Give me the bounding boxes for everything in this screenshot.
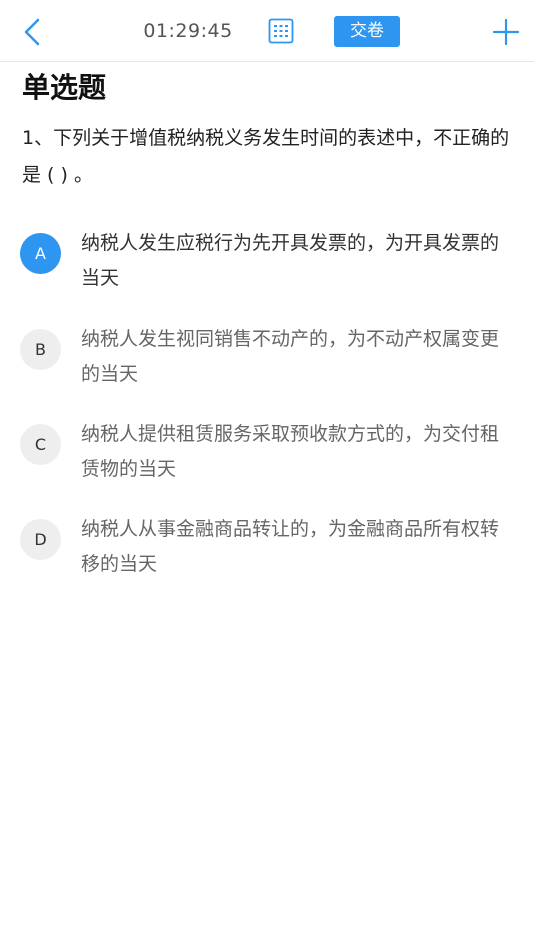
option-text: 纳税人从事金融商品转让的，为金融商品所有权转移的当天 — [81, 518, 500, 575]
option-text: 纳税人发生应税行为先开具发票的，为开具发票的当天 — [81, 232, 500, 289]
countdown-timer: 01:29:45 — [143, 20, 233, 42]
back-chevron-icon — [24, 18, 40, 46]
back-button[interactable] — [14, 14, 50, 50]
question-stem: 1、下列关于增值税纳税义务发生时间的表述中，不正确的是 ( ) 。 — [22, 127, 510, 186]
answer-card-button[interactable] — [266, 16, 296, 46]
option-letter-badge: B — [20, 329, 61, 370]
question-type-title: 单选题 — [22, 71, 107, 104]
answer-card-icon — [268, 18, 294, 44]
submit-exam-button[interactable]: 交卷 — [334, 16, 400, 47]
add-button[interactable] — [488, 14, 524, 50]
option-letter-badge: C — [20, 424, 61, 465]
top-bar: 01:29:45 交卷 — [0, 0, 534, 62]
plus-icon — [492, 18, 520, 46]
option-letter-badge: D — [20, 519, 61, 560]
option-text: 纳税人发生视同销售不动产的，为不动产权属变更的当天 — [81, 328, 500, 385]
option-letter-badge: A — [20, 233, 61, 274]
option-text: 纳税人提供租赁服务采取预收款方式的，为交付租赁物的当天 — [81, 423, 500, 480]
